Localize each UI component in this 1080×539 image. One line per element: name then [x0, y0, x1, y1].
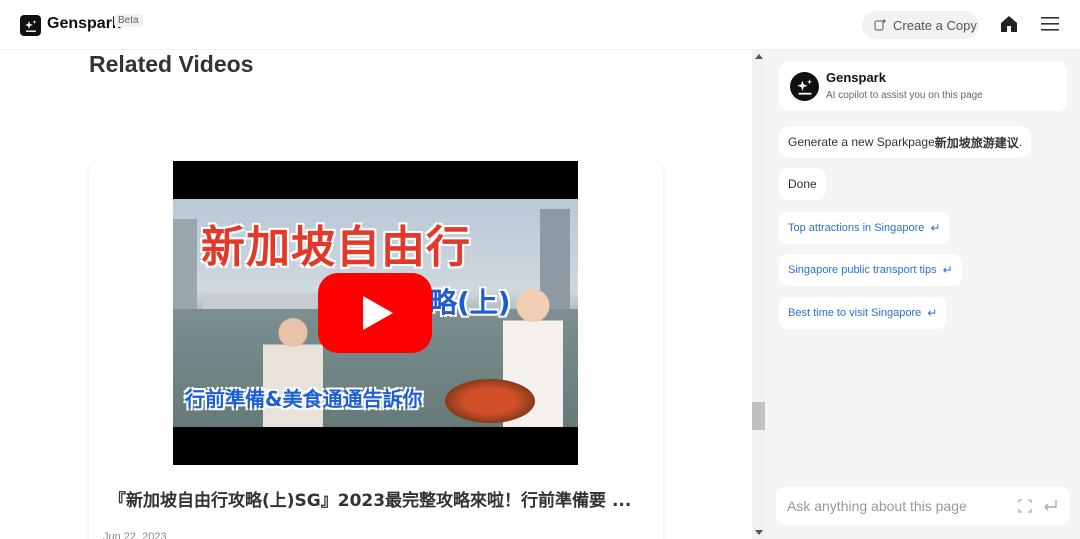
sparkle-icon	[24, 19, 36, 32]
top-bar: Genspark Beta Create a Copy	[0, 0, 1080, 50]
thumbnail-subtitle: 略(上)	[429, 286, 511, 319]
home-icon[interactable]	[999, 14, 1019, 34]
message-bubble: Generate a new Sparkpage 新加坡旅游建议 .	[779, 126, 1032, 158]
suggestion-chip[interactable]: Top attractions in Singapore ↵	[779, 212, 950, 244]
youtube-play-button[interactable]	[318, 273, 432, 353]
suggestion-chip[interactable]: Singapore public transport tips ↵	[779, 254, 962, 286]
video-title[interactable]: 『新加坡自由行攻略(上)SG』2023最完整攻略來啦！行前準備要 ...	[109, 486, 631, 511]
scroll-down-arrow-icon[interactable]	[755, 530, 763, 535]
create-copy-button[interactable]: Create a Copy	[862, 11, 979, 39]
create-copy-label: Create a Copy	[893, 17, 977, 33]
expand-icon[interactable]	[1018, 499, 1032, 513]
copilot-name: Genspark	[826, 70, 886, 85]
genspark-logo-icon[interactable]	[20, 15, 41, 36]
scrollbar-thumb[interactable]	[752, 402, 765, 430]
suggestion-chip[interactable]: Best time to visit Singapore ↵	[779, 297, 947, 329]
copilot-header-card: Genspark AI copilot to assist you on thi…	[779, 61, 1067, 111]
thumbnail-title: 新加坡自由行	[201, 222, 471, 273]
section-title: Related Videos	[89, 51, 254, 77]
send-enter-icon[interactable]	[1042, 498, 1058, 514]
copilot-avatar	[790, 72, 819, 101]
enter-icon: ↵	[927, 306, 938, 320]
main-content: Related Videos 新加坡自由行 略(上) 行前準備&美食通通告訴你 …	[0, 50, 752, 539]
brand-name[interactable]: Genspark	[47, 15, 121, 33]
video-card[interactable]: 新加坡自由行 略(上) 行前準備&美食通通告訴你 『新加坡自由行攻略(上)SG』…	[89, 161, 663, 539]
copilot-description: AI copilot to assist you on this page	[826, 90, 983, 101]
enter-icon: ↵	[930, 221, 941, 235]
ask-input-placeholder: Ask anything about this page	[787, 498, 967, 514]
beta-badge: Beta	[114, 14, 143, 27]
copy-icon	[874, 19, 886, 31]
scroll-up-arrow-icon[interactable]	[755, 54, 763, 59]
thumbnail-caption: 行前準備&美食通通告訴你	[185, 387, 423, 411]
hamburger-menu-icon[interactable]	[1041, 16, 1059, 32]
ask-input[interactable]: Ask anything about this page	[776, 487, 1070, 525]
copilot-panel: Genspark AI copilot to assist you on thi…	[765, 50, 1080, 539]
enter-icon: ↵	[942, 263, 953, 277]
message-bubble: Done	[779, 168, 826, 200]
vertical-scrollbar[interactable]	[752, 50, 765, 539]
play-icon	[363, 296, 393, 330]
video-player[interactable]: 新加坡自由行 略(上) 行前準備&美食通通告訴你	[173, 161, 578, 465]
sparkle-icon	[796, 78, 812, 95]
video-date: Jun 22, 2023	[103, 531, 167, 539]
